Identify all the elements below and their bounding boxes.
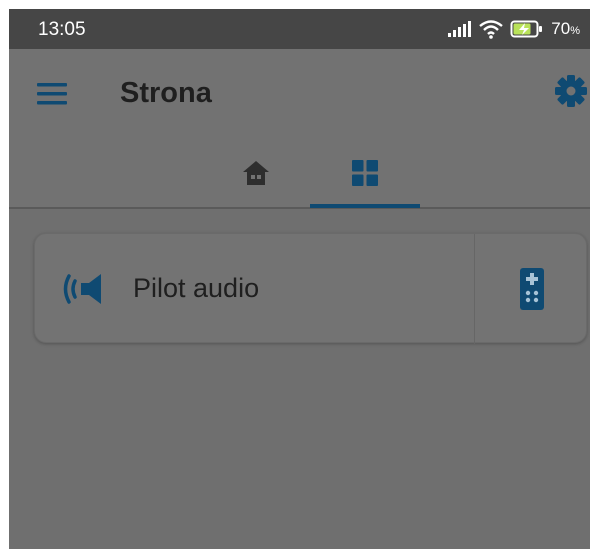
speaker-icon	[63, 274, 101, 304]
signal-icon	[448, 21, 472, 37]
remote-icon	[519, 268, 544, 310]
status-bar: 13:05 70%	[9, 9, 590, 49]
device-card: Pilot audio	[34, 233, 588, 344]
home-icon	[243, 161, 269, 185]
gear-icon	[555, 75, 587, 107]
status-time: 13:05	[38, 19, 86, 40]
page-title: Strona	[120, 77, 212, 109]
battery-charging-icon	[510, 20, 543, 38]
settings-button[interactable]	[554, 74, 590, 110]
menu-button[interactable]	[37, 81, 69, 107]
device-card-label: Pilot audio	[133, 273, 260, 303]
status-icons: 70%	[448, 18, 580, 40]
device-card-open[interactable]: Pilot audio	[35, 234, 474, 344]
app-bar: Strona	[9, 49, 590, 137]
menu-icon	[37, 83, 67, 105]
battery-unit: %	[570, 25, 580, 37]
tab-grid[interactable]	[310, 137, 420, 209]
tab-selected-indicator	[310, 204, 420, 208]
tab-home[interactable]	[201, 137, 311, 209]
wifi-icon	[479, 19, 504, 39]
tab-bar	[9, 137, 590, 209]
grid-icon	[352, 160, 378, 186]
app-screen: 13:05 70% Strona Pilot audio	[9, 9, 590, 549]
remote-button[interactable]	[475, 234, 588, 344]
battery-percent: 70	[551, 19, 571, 38]
